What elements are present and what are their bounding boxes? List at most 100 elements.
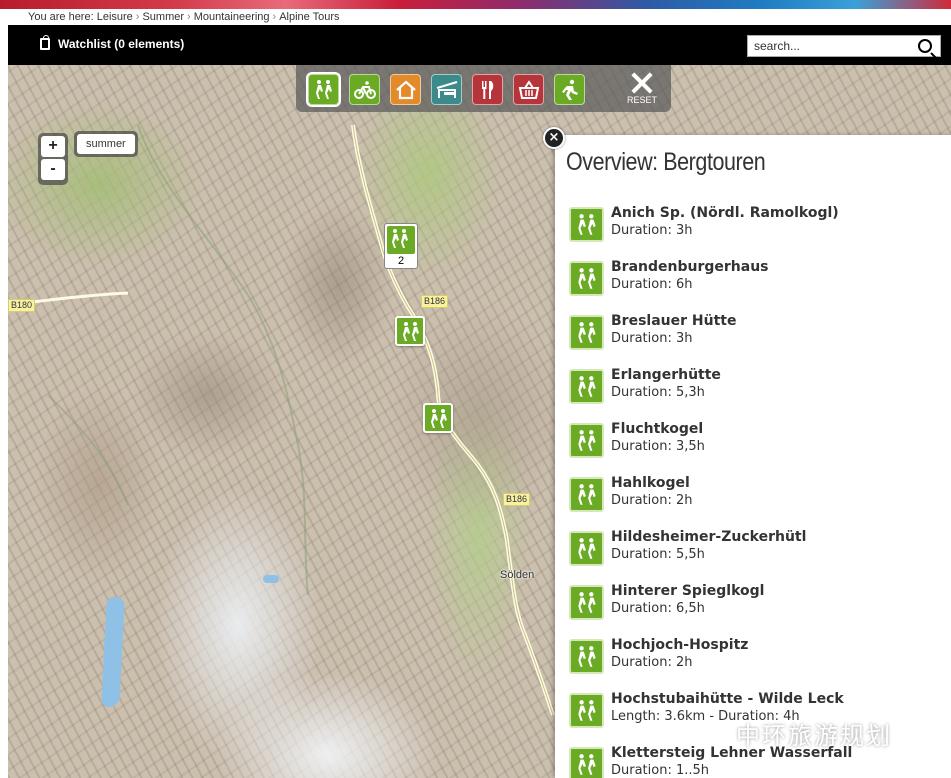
top-color-stripe — [0, 0, 951, 9]
tour-name[interactable]: Breslauer Hütte — [611, 313, 736, 329]
zoom-out-button[interactable]: - — [41, 159, 65, 180]
tour-icon — [569, 369, 604, 404]
tour-name[interactable]: Hahlkogel — [611, 475, 690, 491]
hikers-icon — [578, 538, 596, 559]
zoom-control: + - — [38, 133, 68, 185]
tour-list-item[interactable]: Hildesheimer-Zuckerhütl Duration: 5,5h — [569, 529, 949, 583]
tour-duration: Duration: 1..5h — [611, 763, 710, 778]
house-icon — [396, 80, 416, 100]
reset-button[interactable]: RESET — [618, 71, 666, 109]
search-icon[interactable] — [918, 39, 932, 53]
tour-list-item[interactable]: Brandenburgerhaus Duration: 6h — [569, 259, 949, 313]
panel-title: Overview: Bergtouren — [566, 148, 766, 176]
town-label-solden: Sölden — [500, 569, 535, 581]
tour-duration: Duration: 3,5h — [611, 439, 705, 454]
hikers-icon — [578, 322, 596, 343]
tour-duration: Duration: 3h — [611, 331, 693, 346]
shopping-basket-icon — [518, 80, 540, 99]
breadcrumb-summer[interactable]: Summer — [142, 11, 184, 23]
tour-icon — [569, 315, 604, 350]
breadcrumb-prefix: You are here: — [28, 11, 94, 23]
tour-icon — [569, 477, 604, 512]
tour-name[interactable]: Erlangerhütte — [611, 367, 721, 383]
hikers-icon — [578, 646, 596, 667]
tour-name[interactable]: Anich Sp. (Nördl. Ramolkogl) — [611, 205, 839, 221]
tour-list-item[interactable]: Hochjoch-Hospitz Duration: 2h — [569, 637, 949, 691]
tour-name[interactable]: Hinterer Spieglkogl — [611, 583, 764, 599]
tour-icon — [569, 585, 604, 620]
tour-list: Anich Sp. (Nördl. Ramolkogl) Duration: 3h… — [569, 205, 949, 778]
hikers-icon — [431, 409, 447, 428]
breadcrumb-separator: › — [272, 11, 277, 23]
filter-activities-button[interactable] — [554, 74, 585, 105]
category-toolbar: RESET — [296, 65, 671, 112]
breadcrumb-mountaineering[interactable]: Mountaineering — [194, 11, 270, 23]
tour-list-item[interactable]: Fluchtkogel Duration: 3,5h — [569, 421, 949, 475]
road-label-b186: B186 — [421, 295, 449, 308]
zoom-in-button[interactable]: + — [41, 136, 65, 157]
hikers-icon — [387, 226, 415, 254]
search-input[interactable] — [748, 36, 908, 56]
tour-duration: Duration: 6h — [611, 277, 693, 292]
road-label-b180: B180 — [8, 299, 36, 312]
reset-label: RESET — [626, 95, 657, 105]
shopping-bag-icon — [40, 35, 50, 50]
lake — [263, 575, 279, 583]
runner-icon — [562, 79, 578, 100]
tour-duration: Duration: 5,5h — [611, 547, 705, 562]
filter-lodging-button[interactable] — [431, 74, 462, 105]
hikers-icon — [578, 484, 596, 505]
tour-list-item[interactable]: Breslauer Hütte Duration: 3h — [569, 313, 949, 367]
filter-hiking-button[interactable] — [308, 74, 339, 105]
breadcrumb-alpine-tours[interactable]: Alpine Tours — [279, 11, 339, 23]
hikers-icon — [578, 754, 596, 775]
fork-knife-icon — [482, 81, 494, 99]
hikers-icon — [578, 430, 596, 451]
tour-duration: Duration: 3h — [611, 223, 693, 238]
tour-name[interactable]: Hochjoch-Hospitz — [611, 637, 748, 653]
tour-icon — [569, 747, 604, 778]
season-label[interactable]: summer — [77, 134, 135, 154]
tour-duration: Duration: 2h — [611, 493, 693, 508]
tour-name[interactable]: Hochstubaihütte - Wilde Leck — [611, 691, 844, 707]
tour-list-item[interactable]: Erlangerhütte Duration: 5,3h — [569, 367, 949, 421]
hikers-icon — [578, 376, 596, 397]
tour-icon — [569, 693, 604, 728]
breadcrumb-separator: › — [135, 11, 140, 23]
tour-name[interactable]: Fluchtkogel — [611, 421, 703, 437]
hikers-icon — [316, 80, 332, 99]
map-tour-marker[interactable] — [423, 403, 453, 433]
tour-name[interactable]: Brandenburgerhaus — [611, 259, 769, 275]
map-cluster-marker[interactable]: 2 — [384, 223, 418, 269]
hikers-icon — [578, 268, 596, 289]
filter-shopping-button[interactable] — [513, 74, 544, 105]
watermark-text: 中环旅游规划 — [736, 721, 892, 750]
tour-icon — [569, 531, 604, 566]
breadcrumb-separator: › — [187, 11, 191, 23]
header-bar: Watchlist (0 elements) — [8, 25, 951, 65]
map-tour-marker[interactable] — [395, 316, 425, 346]
tour-name[interactable]: Hildesheimer-Zuckerhütl — [611, 529, 806, 545]
breadcrumb-leisure[interactable]: Leisure — [97, 11, 133, 23]
watchlist-button[interactable]: Watchlist (0 elements) — [40, 35, 184, 51]
tour-list-item[interactable]: Hinterer Spieglkogl Duration: 6,5h — [569, 583, 949, 637]
tour-duration: Duration: 5,3h — [611, 385, 705, 400]
tour-duration: Duration: 2h — [611, 655, 693, 670]
filter-accommodation-button[interactable] — [390, 74, 421, 105]
tour-list-item[interactable]: Anich Sp. (Nördl. Ramolkogl) Duration: 3h — [569, 205, 949, 259]
filter-dining-button[interactable] — [472, 74, 503, 105]
close-panel-button[interactable]: × — [543, 127, 565, 149]
close-x-icon — [628, 71, 656, 95]
overview-panel: Overview: Bergtouren Anich Sp. (Nördl. R… — [555, 135, 951, 778]
tour-icon — [569, 639, 604, 674]
search-box — [747, 35, 941, 57]
bicycle-icon — [354, 81, 376, 99]
tour-icon — [569, 423, 604, 458]
watermark: 中环旅游规划 — [700, 715, 930, 751]
tour-list-item[interactable]: Hahlkogel Duration: 2h — [569, 475, 949, 529]
road-label-b186: B186 — [503, 493, 531, 506]
hikers-icon — [578, 592, 596, 613]
tour-duration: Duration: 6,5h — [611, 601, 705, 616]
filter-biking-button[interactable] — [349, 74, 380, 105]
map-view[interactable]: B180 B186 B186 Sölden RESET + - summer 2… — [8, 65, 951, 778]
